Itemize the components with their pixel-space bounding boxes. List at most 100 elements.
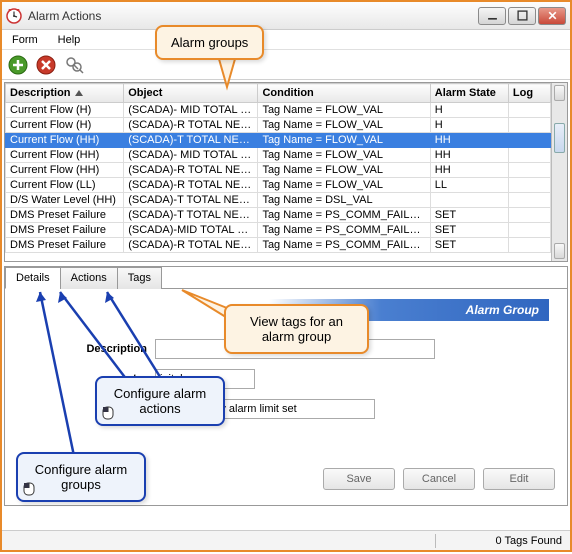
toolbar: [2, 50, 570, 80]
menu-form[interactable]: Form: [6, 32, 44, 48]
maximize-button[interactable]: [508, 7, 536, 25]
cell-object: (SCADA)-T TOTAL NET…: [124, 133, 258, 148]
cell-log: [508, 118, 550, 133]
cell-alarm_state: SET: [430, 238, 508, 253]
tab-details[interactable]: Details: [5, 267, 61, 289]
cell-log: [508, 193, 550, 208]
close-button[interactable]: [538, 7, 566, 25]
titlebar: Alarm Actions: [2, 2, 570, 30]
cell-object: (SCADA)-T TOTAL NETW.: [124, 208, 258, 223]
cell-description: Current Flow (H): [6, 103, 124, 118]
col-alarm-state[interactable]: Alarm State: [430, 84, 508, 103]
callout-configure-groups: Configure alarm groups: [16, 452, 146, 502]
table-row[interactable]: Current Flow (HH)(SCADA)- MID TOTAL NETT…: [6, 148, 551, 163]
cell-log: [508, 223, 550, 238]
cell-description: DMS Preset Failure: [6, 238, 124, 253]
cell-log: [508, 148, 550, 163]
add-button[interactable]: [6, 53, 30, 77]
cell-condition: Tag Name = FLOW_VAL: [258, 163, 430, 178]
menu-help[interactable]: Help: [52, 32, 87, 48]
cell-log: [508, 133, 550, 148]
vertical-scrollbar[interactable]: [551, 83, 567, 261]
grid-header-row: Description Object Condition Alarm State…: [6, 84, 551, 103]
cell-condition: Tag Name = FLOW_VAL: [258, 103, 430, 118]
cell-description: Current Flow (LL): [6, 178, 124, 193]
cell-condition: Tag Name = FLOW_VAL: [258, 133, 430, 148]
cell-alarm_state: LL: [430, 178, 508, 193]
cell-object: (SCADA)-MID TOTAL NET.: [124, 223, 258, 238]
section-title: Alarm Group: [466, 303, 539, 317]
cell-condition: Tag Name = FLOW_VAL: [258, 118, 430, 133]
sort-asc-icon: [75, 90, 83, 96]
cell-alarm_state: HH: [430, 148, 508, 163]
app-icon: [6, 8, 22, 24]
cell-alarm_state: SET: [430, 208, 508, 223]
cell-alarm_state: HH: [430, 133, 508, 148]
table-row[interactable]: DMS Preset Failure(SCADA)-R TOTAL NETW.T…: [6, 238, 551, 253]
col-condition[interactable]: Condition: [258, 84, 430, 103]
cell-condition: Tag Name = PS_COMM_FAILU…: [258, 238, 430, 253]
cell-description: DMS Preset Failure: [6, 208, 124, 223]
tab-tags[interactable]: Tags: [117, 267, 162, 289]
table-row[interactable]: Current Flow (HH)(SCADA)-R TOTAL NETW…Ta…: [6, 163, 551, 178]
cell-log: [508, 238, 550, 253]
table-row[interactable]: D/S Water Level (HH)(SCADA)-T TOTAL NETW…: [6, 193, 551, 208]
cell-log: [508, 103, 550, 118]
description-label: Description: [15, 343, 155, 355]
callout-view-tags: View tags for an alarm group: [224, 304, 369, 354]
cell-condition: Tag Name = FLOW_VAL: [258, 148, 430, 163]
cell-alarm_state: HH: [430, 163, 508, 178]
search-button[interactable]: [62, 53, 86, 77]
cancel-button[interactable]: Cancel: [403, 468, 475, 490]
table-row[interactable]: Current Flow (H)(SCADA)-R TOTAL NETW…Tag…: [6, 118, 551, 133]
cell-alarm_state: H: [430, 118, 508, 133]
window-title: Alarm Actions: [28, 9, 478, 23]
cell-alarm_state: H: [430, 103, 508, 118]
cell-object: (SCADA)- MID TOTAL NET: [124, 103, 258, 118]
cell-object: (SCADA)-R TOTAL NETW…: [124, 178, 258, 193]
cell-description: Current Flow (HH): [6, 163, 124, 178]
cell-description: Current Flow (H): [6, 118, 124, 133]
cell-log: [508, 208, 550, 223]
cell-condition: Tag Name = FLOW_VAL: [258, 178, 430, 193]
callout-configure-actions: Configure alarm actions: [95, 376, 225, 426]
mouse-icon: [101, 406, 117, 420]
status-tags-found: 0 Tags Found: [496, 535, 562, 547]
scrollbar-thumb[interactable]: [554, 123, 565, 153]
alarm-grid[interactable]: Description Object Condition Alarm State…: [5, 83, 551, 261]
cell-log: [508, 178, 550, 193]
cell-alarm_state: SET: [430, 223, 508, 238]
cell-description: D/S Water Level (HH): [6, 193, 124, 208]
cell-object: (SCADA)-R TOTAL NETW…: [124, 118, 258, 133]
status-separator: [435, 534, 436, 548]
cell-condition: Tag Name = PS_COMM_FAILU…: [258, 208, 430, 223]
table-row[interactable]: Current Flow (H)(SCADA)- MID TOTAL NETTa…: [6, 103, 551, 118]
grid-container: Description Object Condition Alarm State…: [4, 82, 568, 262]
cell-log: [508, 163, 550, 178]
tab-strip: Details Actions Tags: [5, 267, 567, 289]
table-row[interactable]: Current Flow (HH)(SCADA)-T TOTAL NET…Tag…: [6, 133, 551, 148]
cell-condition: Tag Name = DSL_VAL: [258, 193, 430, 208]
cell-condition: Tag Name = PS_COMM_FAILU…: [258, 223, 430, 238]
tab-actions[interactable]: Actions: [60, 267, 118, 289]
callout-alarm-groups: Alarm groups: [155, 25, 264, 60]
minimize-button[interactable]: [478, 7, 506, 25]
cell-object: (SCADA)-T TOTAL NETW.: [124, 193, 258, 208]
mouse-icon: [22, 482, 38, 496]
col-object[interactable]: Object: [124, 84, 258, 103]
col-log[interactable]: Log: [508, 84, 550, 103]
cell-description: DMS Preset Failure: [6, 223, 124, 238]
table-row[interactable]: Current Flow (LL)(SCADA)-R TOTAL NETW…Ta…: [6, 178, 551, 193]
statusbar: 0 Tags Found: [2, 530, 570, 550]
table-row[interactable]: DMS Preset Failure(SCADA)-T TOTAL NETW.T…: [6, 208, 551, 223]
cell-object: (SCADA)- MID TOTAL NET: [124, 148, 258, 163]
cell-description: Current Flow (HH): [6, 133, 124, 148]
cell-alarm_state: [430, 193, 508, 208]
edit-button[interactable]: Edit: [483, 468, 555, 490]
delete-button[interactable]: [34, 53, 58, 77]
save-button[interactable]: Save: [323, 468, 395, 490]
col-description[interactable]: Description: [6, 84, 124, 103]
table-row[interactable]: DMS Preset Failure(SCADA)-MID TOTAL NET.…: [6, 223, 551, 238]
cell-description: Current Flow (HH): [6, 148, 124, 163]
menubar: Form Help: [2, 30, 570, 50]
